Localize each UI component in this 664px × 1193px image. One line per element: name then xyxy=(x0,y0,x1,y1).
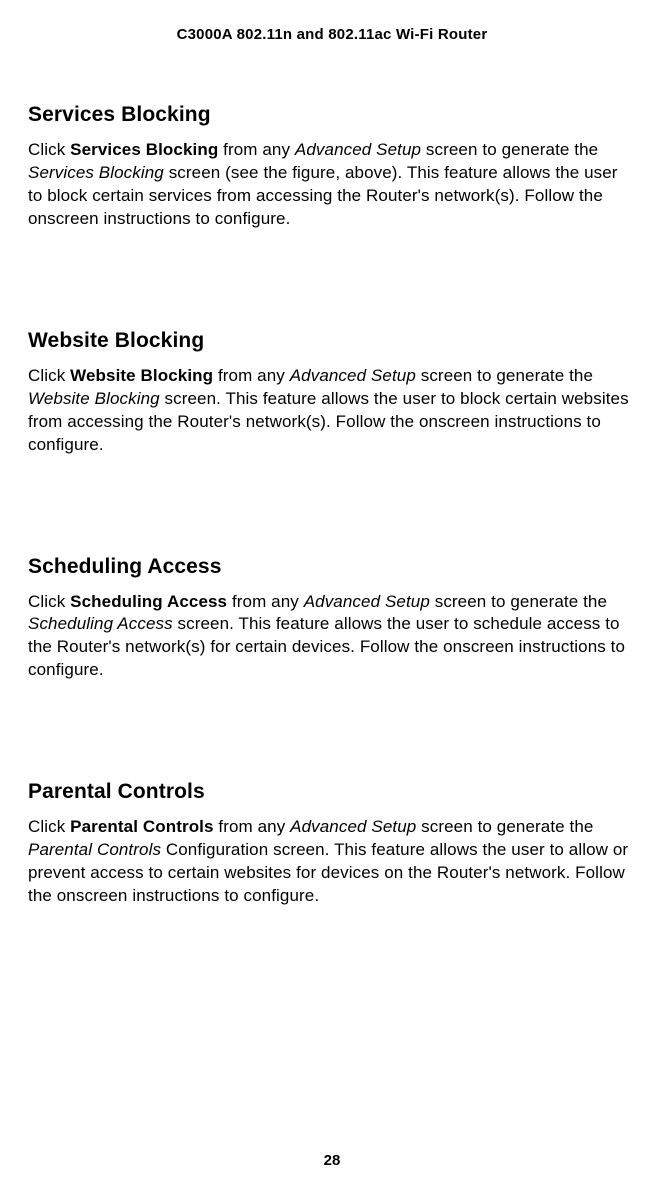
text-span: from any xyxy=(213,366,290,385)
text-span: from any xyxy=(218,140,295,159)
section-heading: Parental Controls xyxy=(28,780,636,804)
text-span: from any xyxy=(227,592,304,611)
italic-screen-from: Advanced Setup xyxy=(295,140,421,159)
section-body: Click Parental Controls from any Advance… xyxy=(28,816,636,908)
section-scheduling-access: Scheduling Access Click Scheduling Acces… xyxy=(28,555,636,683)
section-website-blocking: Website Blocking Click Website Blocking … xyxy=(28,329,636,457)
text-span: screen to generate the xyxy=(430,592,607,611)
italic-screen-name: Website Blocking xyxy=(28,389,160,408)
page-number: 28 xyxy=(0,1152,664,1169)
italic-screen-name: Scheduling Access xyxy=(28,614,173,633)
section-body: Click Scheduling Access from any Advance… xyxy=(28,591,636,683)
text-span: Click xyxy=(28,817,70,836)
text-span: screen to generate the xyxy=(421,140,598,159)
bold-link-name: Scheduling Access xyxy=(70,592,227,611)
section-services-blocking: Services Blocking Click Services Blockin… xyxy=(28,103,636,231)
italic-screen-name: Services Blocking xyxy=(28,163,164,182)
italic-screen-from: Advanced Setup xyxy=(304,592,430,611)
text-span: from any xyxy=(214,817,291,836)
text-span: screen to generate the xyxy=(416,366,593,385)
text-span: Click xyxy=(28,140,70,159)
bold-link-name: Services Blocking xyxy=(70,140,218,159)
section-body: Click Website Blocking from any Advanced… xyxy=(28,365,636,457)
italic-screen-from: Advanced Setup xyxy=(290,366,416,385)
bold-link-name: Website Blocking xyxy=(70,366,213,385)
text-span: screen to generate the xyxy=(416,817,593,836)
bold-link-name: Parental Controls xyxy=(70,817,213,836)
document-page: C3000A 802.11n and 802.11ac Wi-Fi Router… xyxy=(0,0,664,1193)
section-heading: Services Blocking xyxy=(28,103,636,127)
italic-screen-from: Advanced Setup xyxy=(290,817,416,836)
text-span: Click xyxy=(28,592,70,611)
running-header: C3000A 802.11n and 802.11ac Wi-Fi Router xyxy=(28,26,636,43)
section-body: Click Services Blocking from any Advance… xyxy=(28,139,636,231)
section-parental-controls: Parental Controls Click Parental Control… xyxy=(28,780,636,908)
section-heading: Website Blocking xyxy=(28,329,636,353)
italic-screen-name: Parental Controls xyxy=(28,840,161,859)
text-span: Click xyxy=(28,366,70,385)
section-heading: Scheduling Access xyxy=(28,555,636,579)
